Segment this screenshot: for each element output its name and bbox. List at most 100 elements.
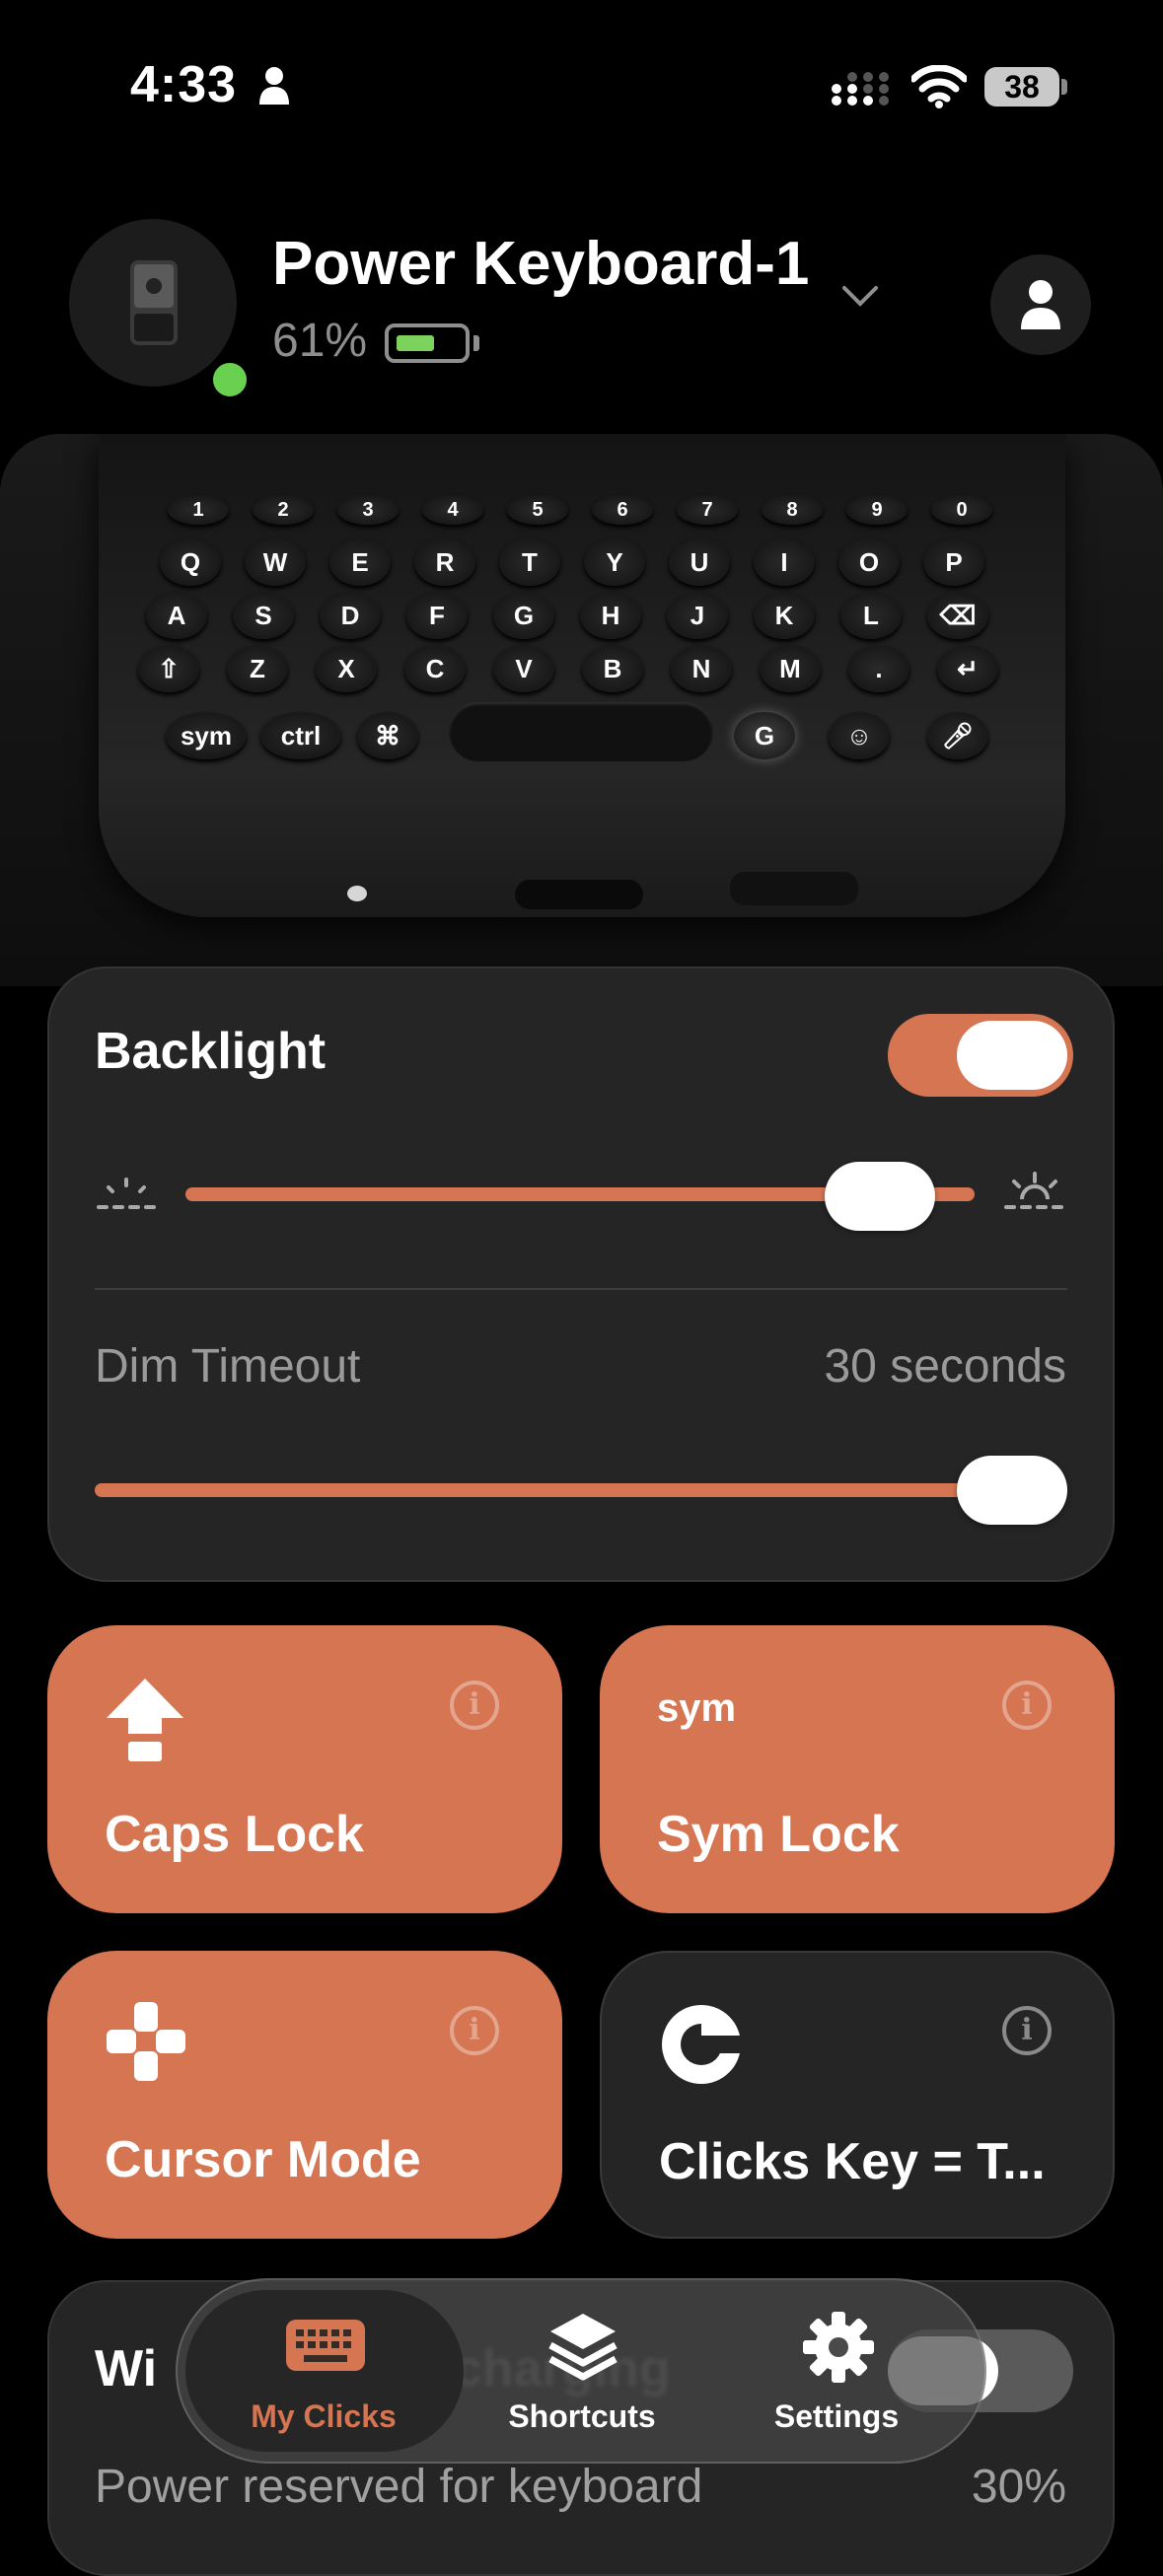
device-battery-percent: 61%: [272, 315, 368, 367]
cursor-mode-label: Cursor Mode: [105, 2131, 421, 2188]
key-spacebar: [449, 702, 713, 761]
dim-timeout-track: [95, 1483, 1067, 1497]
keyboard-key: 3: [337, 495, 399, 525]
info-icon[interactable]: i: [450, 2006, 499, 2055]
tab-my-clicks-label: My Clicks: [251, 2398, 397, 2434]
keyboard-key: ⌫: [927, 592, 988, 639]
caps-lock-label: Caps Lock: [105, 1806, 364, 1863]
keyboard-key: M: [760, 645, 821, 692]
keyboard-key: H: [580, 592, 641, 639]
keyboard-key: I: [754, 538, 815, 586]
keyboard-key: N: [671, 645, 732, 692]
brightness-slider-thumb[interactable]: [825, 1162, 935, 1231]
key-ctrl: ctrl: [260, 712, 341, 759]
battery-nub: [1061, 79, 1067, 95]
keyboard-key: ↵: [937, 645, 998, 692]
keyboard-led: [347, 886, 367, 901]
keyboard-icon: [286, 2320, 365, 2371]
cursor-mode-tile[interactable]: i Cursor Mode: [47, 1951, 562, 2239]
key-clicks-logo-icon: G: [734, 712, 795, 759]
keyboard-key: 8: [762, 495, 823, 525]
device-battery-tip: [473, 335, 479, 351]
info-icon[interactable]: i: [450, 1681, 499, 1730]
brightness-low-icon: [97, 1178, 156, 1209]
caps-lock-tile[interactable]: i Caps Lock: [47, 1625, 562, 1913]
battery-level-badge: 38: [984, 67, 1059, 107]
keyboard-key: G: [493, 592, 554, 639]
info-icon[interactable]: i: [1002, 2006, 1052, 2055]
dim-timeout-label: Dim Timeout: [95, 1340, 361, 1393]
dim-timeout-slider-thumb[interactable]: [957, 1456, 1067, 1525]
keyboard-key: X: [316, 645, 377, 692]
clicks-key-tile[interactable]: i Clicks Key = T...: [600, 1951, 1115, 2239]
keyboard-key: V: [493, 645, 554, 692]
keyboard-key: J: [667, 592, 728, 639]
clicks-logo-icon: [662, 2005, 744, 2084]
key-emoji-icon: ☺: [829, 712, 890, 759]
layers-icon: [548, 2314, 618, 2381]
brightness-high-icon: [1004, 1172, 1065, 1209]
keyboard-key: E: [329, 538, 391, 586]
keyboard-key: A: [146, 592, 207, 639]
sym-lock-label: Sym Lock: [657, 1806, 900, 1863]
device-battery-fill: [397, 335, 434, 351]
chevron-down-icon[interactable]: [840, 276, 880, 316]
keyboard-key: O: [838, 538, 900, 586]
caps-arrow-icon: [107, 1679, 183, 1761]
keyboard-key: C: [404, 645, 466, 692]
device-name[interactable]: Power Keyboard-1: [272, 229, 809, 299]
wifi-icon: [911, 65, 967, 108]
backlight-divider: [95, 1288, 1067, 1290]
keyboard-port: [515, 880, 643, 909]
keyboard-key: D: [320, 592, 381, 639]
keyboard-key: L: [840, 592, 902, 639]
keyboard-key: T: [499, 538, 560, 586]
keyboard-port-cover: [730, 872, 858, 905]
account-button[interactable]: [990, 254, 1091, 355]
key-command-icon: ⌘: [357, 712, 418, 759]
clicks-key-label: Clicks Key = T...: [659, 2133, 1046, 2190]
keyboard-key: P: [923, 538, 984, 586]
toggle-knob: [957, 1021, 1067, 1090]
keyboard-key: Q: [160, 538, 221, 586]
tab-settings[interactable]: Settings: [718, 2308, 955, 2446]
keyboard-key: 2: [253, 495, 314, 525]
keyboard-key: Y: [584, 538, 645, 586]
keyboard-key: 5: [507, 495, 568, 525]
cellular-signal-icon: [832, 72, 889, 106]
tab-shortcuts[interactable]: Shortcuts: [464, 2308, 700, 2446]
keyboard-key: U: [669, 538, 730, 586]
person-icon: [1021, 280, 1060, 329]
phone-with-keyboard-icon: [130, 260, 178, 345]
keyboard-key: 4: [422, 495, 483, 525]
device-avatar[interactable]: [69, 219, 237, 387]
keyboard-key: 9: [846, 495, 908, 525]
keyboard-key: 6: [592, 495, 653, 525]
dpad-icon: [107, 2002, 185, 2081]
power-reserved-value: 30%: [971, 2461, 1066, 2513]
dim-timeout-value: 30 seconds: [824, 1340, 1066, 1393]
backlight-title: Backlight: [95, 1023, 327, 1080]
power-reserved-label: Power reserved for keyboard: [95, 2461, 703, 2513]
gear-icon: [803, 2312, 874, 2383]
keyboard-key: 7: [677, 495, 738, 525]
backlight-toggle[interactable]: [888, 1014, 1073, 1097]
keyboard-key: 0: [931, 495, 992, 525]
sym-lock-tile[interactable]: sym i Sym Lock: [600, 1625, 1115, 1913]
person-icon: [259, 67, 289, 105]
keyboard-key: B: [582, 645, 643, 692]
tab-shortcuts-label: Shortcuts: [508, 2398, 656, 2434]
tab-my-clicks[interactable]: My Clicks: [205, 2308, 442, 2446]
info-icon[interactable]: i: [1002, 1681, 1052, 1730]
keyboard-key: W: [245, 538, 306, 586]
keyboard-key: S: [233, 592, 294, 639]
keyboard-key: 1: [168, 495, 229, 525]
key-sym: sym: [166, 712, 247, 759]
sym-icon-text: sym: [657, 1686, 737, 1730]
keyboard-key: Z: [227, 645, 288, 692]
status-time: 4:33: [130, 56, 238, 113]
tab-settings-label: Settings: [773, 2398, 900, 2434]
wireless-charging-title: Wi: [95, 2340, 158, 2397]
keyboard-key: K: [754, 592, 815, 639]
keyboard-key: F: [406, 592, 468, 639]
